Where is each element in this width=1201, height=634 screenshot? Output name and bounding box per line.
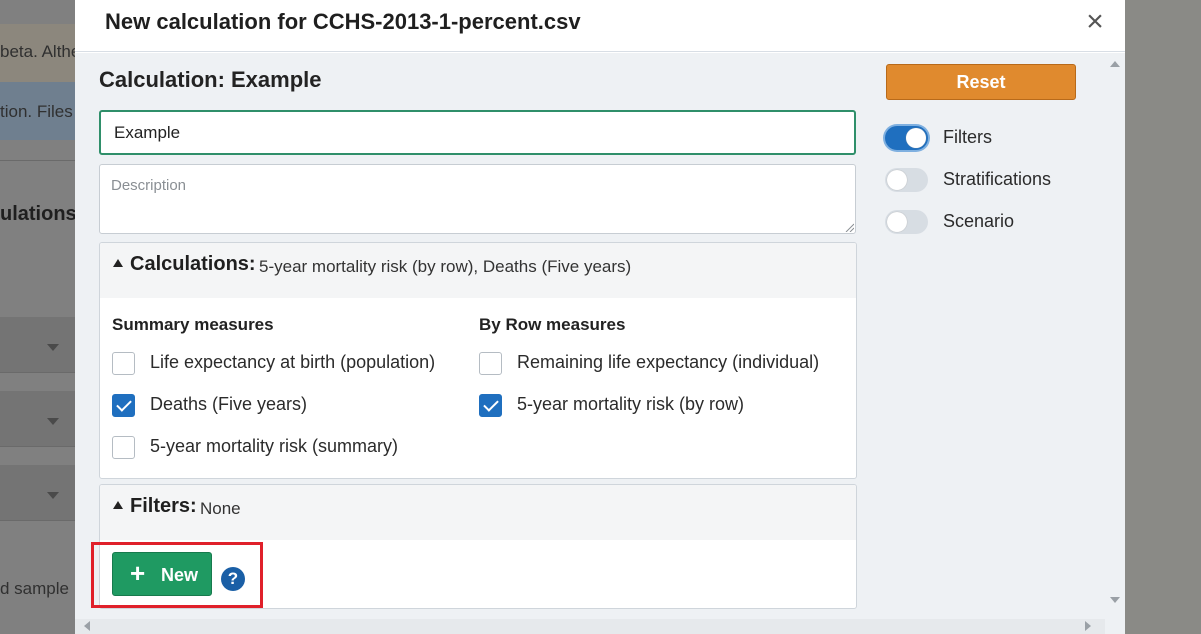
checkbox-mortality-risk-summary[interactable]: 5-year mortality risk (summary): [112, 435, 472, 461]
description-input[interactable]: [99, 164, 856, 234]
toggle-label: Scenario: [943, 211, 1015, 231]
calculations-panel: Calculations: 5-year mortality risk (by …: [99, 242, 857, 479]
calculations-panel-header[interactable]: Calculations: 5-year mortality risk (by …: [100, 243, 856, 298]
scroll-left-arrow-icon[interactable]: [84, 621, 90, 631]
background-notice-text: beta. Althe: [0, 42, 81, 61]
background-footer-text: d sample: [0, 579, 69, 598]
checkbox-label: Life expectancy at birth (population): [150, 352, 436, 372]
resize-grip-icon[interactable]: [844, 222, 854, 232]
background-info-text: tion. Files: [0, 102, 73, 121]
checkbox-label: 5-year mortality risk (summary): [150, 436, 399, 456]
toggle-knob: [906, 128, 926, 148]
checkbox-label: 5-year mortality risk (by row): [517, 394, 745, 414]
calculations-panel-label: Calculations:: [130, 253, 256, 275]
checkbox-label: Deaths (Five years): [150, 394, 308, 414]
background-list-row: [0, 317, 75, 373]
caret-up-icon: [113, 259, 123, 267]
modal-body: Calculation: Example Calculations: 5-yea…: [75, 53, 1125, 634]
checkbox-mortality-risk-by-row[interactable]: 5-year mortality risk (by row): [479, 393, 849, 419]
caret-up-icon: [113, 501, 123, 509]
toggle-scenario[interactable]: Scenario: [885, 209, 1085, 235]
checkbox-label: Remaining life expectancy (individual): [517, 352, 820, 372]
toggle-knob: [887, 212, 907, 232]
filters-panel-value: None: [200, 499, 241, 518]
toggle-switch-off[interactable]: [885, 168, 928, 192]
modal-header: New calculation for CCHS-2013-1-percent.…: [75, 0, 1125, 52]
checkbox-checked[interactable]: [479, 394, 502, 417]
summary-measures-title: Summary measures: [112, 315, 274, 334]
background-heading: ulations: [0, 203, 77, 225]
checkbox-life-expectancy-birth[interactable]: Life expectancy at birth (population): [112, 351, 472, 377]
chevron-down-icon: [47, 492, 59, 499]
background-list-row: [0, 391, 75, 447]
checkbox-box[interactable]: [112, 436, 135, 459]
modal-title: New calculation for CCHS-2013-1-percent.…: [105, 9, 581, 34]
filters-panel-header[interactable]: Filters: None: [100, 485, 856, 540]
toggle-switch-off[interactable]: [885, 210, 928, 234]
toggle-label: Filters: [943, 127, 992, 147]
scroll-right-arrow-icon[interactable]: [1085, 621, 1091, 631]
close-icon[interactable]: ×: [1081, 6, 1109, 38]
chevron-down-icon: [47, 344, 59, 351]
checkbox-remaining-life-expectancy[interactable]: Remaining life expectancy (individual): [479, 351, 849, 377]
checkbox-box[interactable]: [112, 352, 135, 375]
background-list-row: [0, 465, 75, 521]
background-right-edge: [1125, 0, 1201, 634]
scroll-down-arrow-icon[interactable]: [1110, 597, 1120, 603]
calculations-panel-value: 5-year mortality risk (by row), Deaths (…: [259, 257, 632, 276]
highlight-box: [91, 542, 263, 608]
reset-button[interactable]: Reset: [886, 64, 1076, 100]
horizontal-scrollbar[interactable]: [75, 619, 1105, 634]
background-divider: [0, 160, 75, 161]
toggle-stratifications[interactable]: Stratifications: [885, 167, 1085, 193]
scroll-up-arrow-icon[interactable]: [1110, 61, 1120, 67]
toggle-switch-on[interactable]: [885, 126, 928, 150]
calculation-name-input[interactable]: [99, 110, 856, 155]
checkbox-deaths-five-years[interactable]: Deaths (Five years): [112, 393, 472, 419]
vertical-scrollbar[interactable]: [1105, 53, 1125, 619]
toggle-label: Stratifications: [943, 169, 1052, 189]
new-calculation-modal: New calculation for CCHS-2013-1-percent.…: [75, 0, 1125, 634]
row-measures-title: By Row measures: [479, 315, 626, 334]
calculation-title: Calculation: Example: [99, 67, 322, 92]
toggle-knob: [887, 170, 907, 190]
toggle-filters[interactable]: Filters: [885, 125, 1085, 151]
checkbox-checked[interactable]: [112, 394, 135, 417]
checkbox-box[interactable]: [479, 352, 502, 375]
chevron-down-icon: [47, 418, 59, 425]
filters-panel-label: Filters:: [130, 495, 197, 517]
